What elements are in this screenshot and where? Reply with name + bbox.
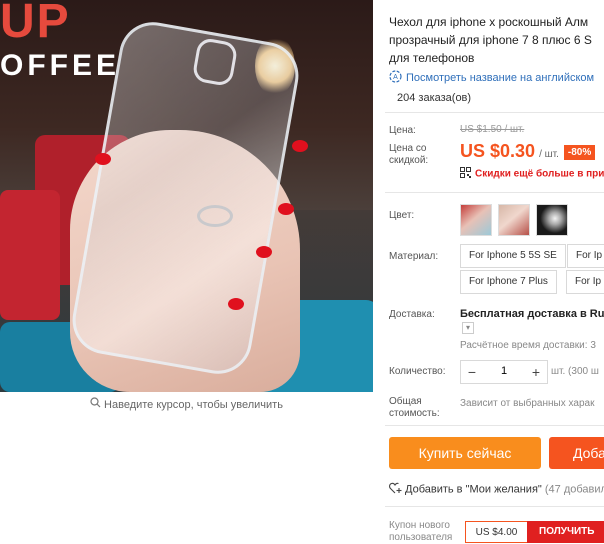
get-coupon-button[interactable]: ПОЛУЧИТЬ	[527, 521, 604, 543]
old-price: US $1.50 / шт.	[460, 124, 525, 135]
bulk-discount-text: Скидки ещё больше в при	[475, 168, 604, 180]
product-title-line: Чехол для iphone x роскошный Алм	[389, 15, 589, 29]
shipping-time: Расчётное время доставки: 3	[460, 340, 596, 351]
divider	[385, 506, 604, 507]
color-option-2[interactable]	[498, 204, 530, 236]
total-label-line: Общая	[389, 396, 422, 407]
coupon-label: Купон нового пользователя	[389, 520, 452, 544]
divider	[385, 112, 604, 113]
discount-badge: -80%	[563, 145, 596, 160]
coupon-label-line: пользователя	[389, 532, 453, 543]
product-title-line: прозрачный для iphone 7 8 плюс 6 S	[389, 33, 592, 47]
color-option-3[interactable]	[536, 204, 568, 236]
translate-link-text: Посмотреть название на английском	[406, 71, 595, 84]
svg-text:A: A	[393, 74, 398, 81]
finger-ring	[197, 205, 233, 227]
add-to-cart-button[interactable]: Доба	[549, 437, 604, 469]
chevron-down-icon[interactable]: ▾	[462, 322, 474, 334]
nail	[228, 298, 244, 310]
material-option[interactable]: For Ip	[567, 244, 604, 268]
zoom-hint: Наведите курсор, чтобы увеличить	[0, 393, 373, 417]
translate-title-link[interactable]: A Посмотреть название на английском	[389, 70, 594, 86]
qr-code-icon	[460, 167, 471, 181]
coupon-label-line: Купон нового	[389, 520, 450, 531]
product-main-image[interactable]: UP OFFEE	[0, 0, 373, 392]
color-option-1[interactable]	[460, 204, 492, 236]
wishlist-count: (47 добавили	[544, 483, 604, 496]
material-option[interactable]: For Iphone 7 Plus	[460, 270, 557, 294]
nail	[95, 153, 111, 165]
current-price: US $0.30/ шт. -80%	[460, 141, 596, 162]
product-title-line: для телефонов	[389, 51, 475, 65]
quantity-input[interactable]	[483, 361, 525, 381]
nail	[278, 203, 294, 215]
material-label: Материал:	[389, 251, 439, 262]
material-option[interactable]: For Ip	[566, 270, 604, 294]
discount-price-label: Цена со скидкой:	[389, 143, 428, 167]
price-label: Цена:	[389, 125, 416, 136]
magnifier-icon	[90, 393, 101, 417]
quantity-decrease-button[interactable]: −	[461, 361, 483, 383]
shipping-title: Бесплатная доставка в Russ	[460, 308, 604, 320]
red-chair-2	[0, 190, 60, 320]
stock-info: шт. (300 ш	[551, 366, 599, 377]
coupon-value: US $4.00	[465, 521, 527, 543]
zoom-hint-text: Наведите курсор, чтобы увеличить	[104, 399, 283, 411]
price-unit: / шт.	[539, 149, 559, 160]
total-label-line: стоимость:	[389, 408, 440, 419]
shipping-label: Доставка:	[389, 309, 435, 320]
quantity-stepper: − +	[460, 360, 548, 384]
divider	[385, 192, 604, 193]
nail	[292, 140, 308, 152]
total-value: Зависит от выбранных харак	[460, 398, 595, 409]
nail	[256, 246, 272, 258]
orders-count: 204 заказа(ов)	[397, 92, 472, 104]
translate-icon: A	[389, 70, 402, 86]
bulk-discount-link[interactable]: Скидки ещё больше в при	[460, 167, 604, 181]
total-label: Общая стоимость:	[389, 396, 440, 420]
buy-now-button[interactable]: Купить сейчас	[389, 437, 541, 469]
quantity-increase-button[interactable]: +	[525, 361, 547, 383]
discount-price-label-line: Цена со	[389, 143, 427, 154]
product-title: Чехол для iphone x роскошный Алм прозрач…	[389, 13, 604, 67]
product-info-panel: Чехол для iphone x роскошный Алм прозрач…	[385, 0, 604, 544]
color-label: Цвет:	[389, 210, 415, 221]
add-to-wishlist-link[interactable]: Добавить в "Мои желания" (47 добавили	[389, 482, 604, 497]
material-option[interactable]: For Iphone 5 5S SE	[460, 244, 566, 268]
heart-plus-icon	[389, 482, 402, 497]
discount-price-label-line: скидкой:	[389, 155, 429, 166]
wishlist-text: Добавить в "Мои желания"	[405, 483, 542, 496]
price-value: US $0.30	[460, 141, 536, 161]
quantity-label: Количество:	[389, 366, 446, 377]
divider	[385, 425, 604, 426]
